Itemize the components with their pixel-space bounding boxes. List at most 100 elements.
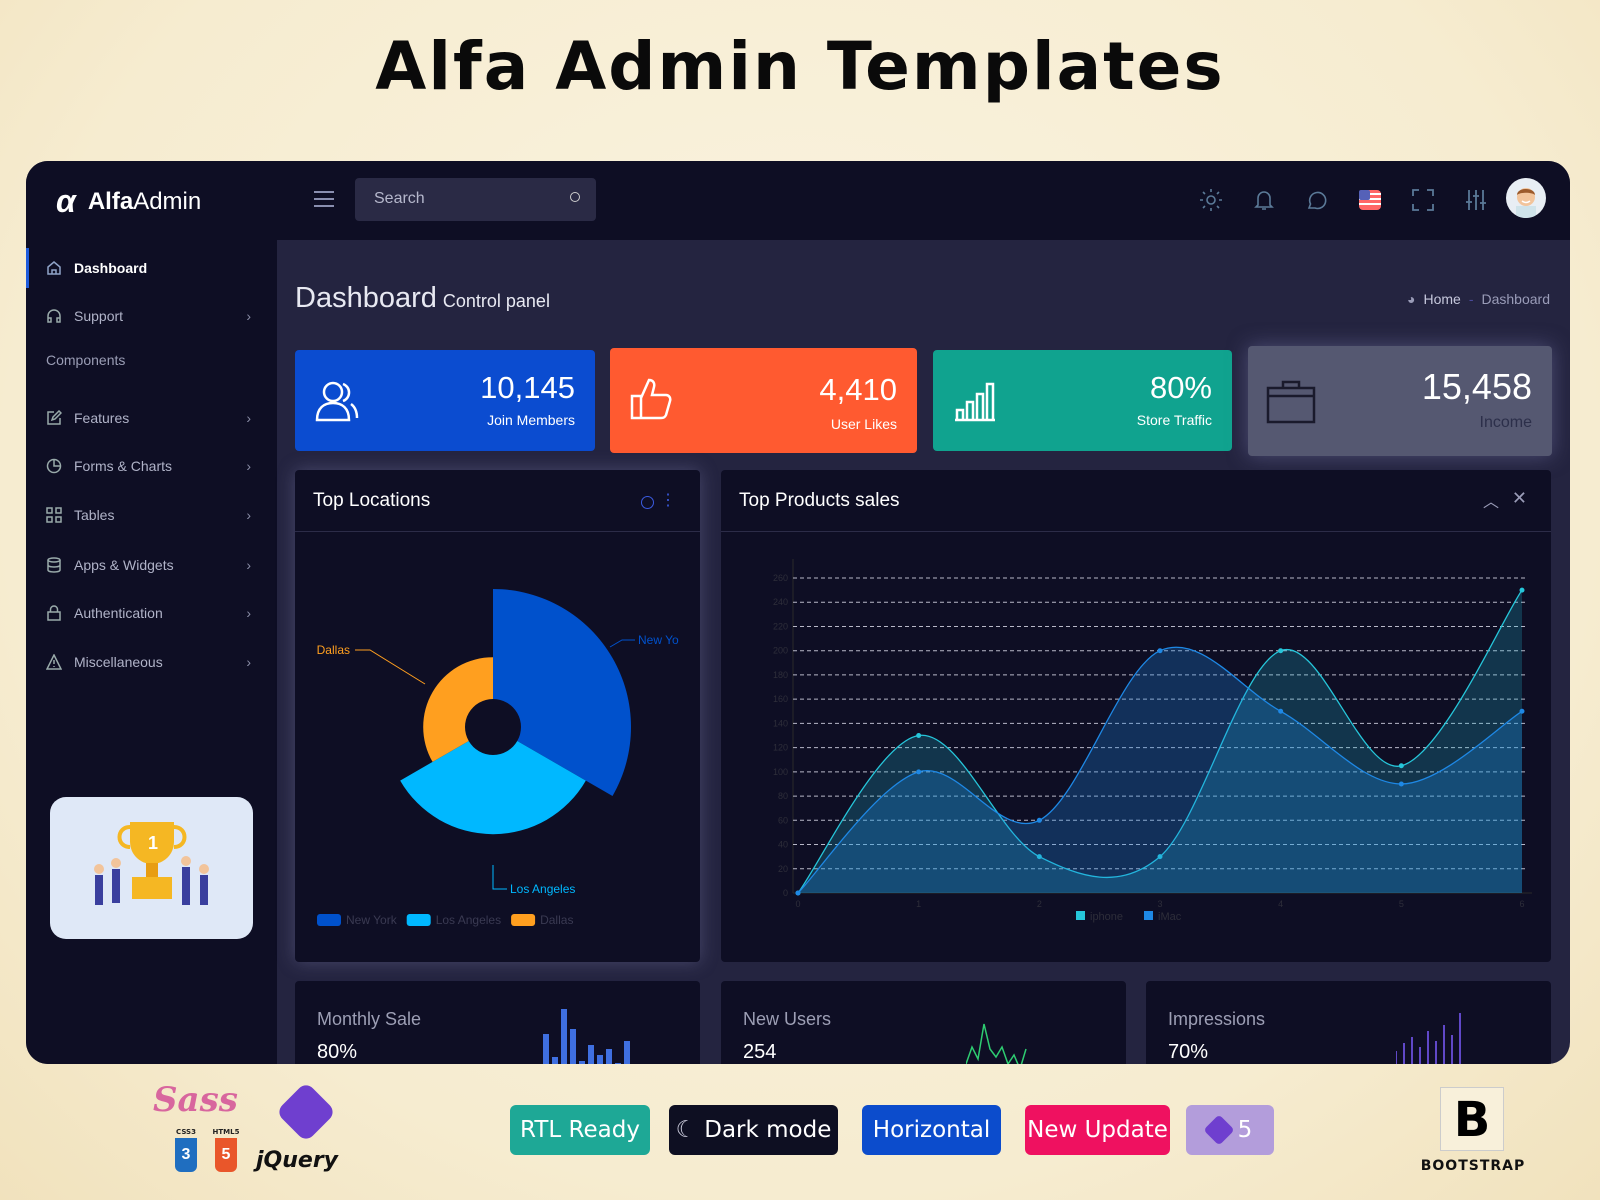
spark-bar [570,1029,576,1064]
data-point-imac [1519,708,1525,714]
hamburger-menu-icon[interactable] [314,191,334,207]
us-flag-icon[interactable] [1356,186,1384,214]
legend-swatch [1144,911,1153,920]
dashboard-title: Dashboard Control panel [295,282,550,315]
sidebar-item-authentication[interactable]: Authentication › [26,593,277,633]
mini-value: 70% [1168,1041,1209,1063]
legend-swatch [1076,911,1085,920]
breadcrumb-home[interactable]: Home [1423,291,1460,307]
spark-bar [606,1049,612,1064]
logo[interactable]: α AlfaAdmin [56,183,201,220]
badge-label: Horizontal [872,1117,991,1143]
data-point-iphone [1519,587,1525,593]
legend-label: iMac [1158,911,1182,923]
sidebar-item-miscellaneous[interactable]: Miscellaneous › [26,642,277,682]
badge-label: 5 [1237,1117,1253,1143]
badge-dark-mode: ☾ Dark mode [669,1105,838,1155]
impressions-sparkbar [1396,1013,1461,1064]
data-point-imac [916,769,922,775]
page-subheading: Control panel [442,291,550,311]
alpha-logo-icon: α [56,183,76,219]
top-header: α AlfaAdmin Search [26,161,1570,240]
search-placeholder: Search [374,190,425,207]
stat-card-traffic[interactable]: 80% Store Traffic [933,350,1232,451]
stat-label: User Likes [830,416,897,432]
search-icon[interactable] [570,192,580,202]
y-tick-label: 0 [783,888,788,898]
stat-card-members[interactable]: 10,145 Join Members [295,350,595,451]
sidebar-item-label: Dashboard [74,260,148,276]
sidebar-item-label: Apps & Widgets [74,557,174,573]
stat-label: Join Members [487,412,575,428]
sidebar-item-features[interactable]: Features › [26,398,277,438]
users-icon [315,381,359,422]
slice-label: Los Angeles [510,882,575,896]
area-chart: 0 20 40 60 80 100 120 140 160 180 200 220 240 260 0 1 2 3… [773,559,1532,923]
sidebar-item-dashboard[interactable]: Dashboard [26,248,277,288]
bell-icon[interactable] [1250,186,1278,214]
sidebar-item-label: Authentication [74,605,163,621]
y-tick-label: 20 [778,864,788,874]
brand-label: BOOTSTRAP [1420,1158,1526,1174]
legend-label: Dallas [540,913,573,927]
sun-icon[interactable] [1197,186,1225,214]
user-avatar[interactable] [1506,178,1546,218]
search-input[interactable]: Search [355,178,596,221]
mini-title: Monthly Sale [317,1009,422,1029]
badge-bootstrap-5: 5 [1186,1105,1274,1155]
x-tick-label: 5 [1399,899,1404,909]
stat-value: 4,410 [819,372,897,407]
chat-icon[interactable] [1303,186,1331,214]
mini-value: 80% [317,1041,358,1063]
top-locations-card: Top Locations ⋮ New Yo Los Angeles Dallas N… [295,470,700,962]
sidebar-item-apps-widgets[interactable]: Apps & Widgets › [26,545,277,585]
x-tick-label: 2 [1037,899,1042,909]
mini-title: New Users [743,1009,832,1029]
badge-label: New Update [1027,1117,1168,1143]
y-tick-label: 140 [773,718,788,728]
new-users-card: New Users 254 [721,981,1126,1064]
chevron-right-icon: › [246,654,251,670]
stat-card-likes[interactable]: 4,410 User Likes [610,348,917,453]
spark-bar [579,1061,585,1064]
logo-light: Admin [133,187,202,215]
badge-label: Dark mode [704,1117,832,1143]
top-products-card: Top Products sales ︿ ✕ 0 20 40 60 80 100 120 14… [721,470,1551,962]
svg-text:1: 1 [148,833,158,853]
sidebar-item-forms-charts[interactable]: Forms & Charts › [26,446,277,486]
dashboard-gauge-icon: ◕ [1407,291,1416,307]
html5-label: HTML5 [212,1128,240,1136]
data-point-iphone [916,733,922,738]
x-tick-label: 6 [1519,899,1524,909]
stat-card-income[interactable]: 15,458 Income [1248,346,1552,456]
data-point-imac [1157,648,1163,654]
monthly-sale-sparkbar [543,1009,630,1064]
label-leader-line [355,649,426,685]
grid-icon [46,507,62,523]
more-vertical-icon[interactable]: ⋮ [660,490,676,510]
sidebar-item-support[interactable]: Support › [26,296,277,336]
stat-label: Store Traffic [1136,412,1212,428]
bootstrap-logo [275,1081,337,1143]
y-tick-label: 240 [773,597,788,607]
css3-logo: 3 [175,1138,197,1172]
trophy-illustration: 1 [50,797,253,939]
warning-icon [46,654,62,670]
mini-value: 254 [743,1041,777,1063]
data-point-iphone [1398,763,1404,769]
sidebar-item-label: Tables [74,507,115,523]
sidebar: Dashboard Support › Components Features › … [26,240,277,1064]
x-tick-label: 3 [1157,899,1162,909]
spark-bar [552,1057,558,1064]
chevron-right-icon: › [246,605,251,621]
sidebar-section-components: Components [46,352,126,368]
legend-swatch [317,914,341,926]
stat-value: 10,145 [480,370,575,405]
briefcase-icon [1266,380,1316,424]
mini-title: Impressions [1168,1009,1266,1029]
thumbs-up-icon [630,378,672,420]
sliders-icon[interactable] [1462,186,1490,214]
refresh-icon[interactable] [641,496,654,509]
sidebar-item-tables[interactable]: Tables › [26,495,277,535]
fullscreen-icon[interactable] [1409,186,1437,214]
